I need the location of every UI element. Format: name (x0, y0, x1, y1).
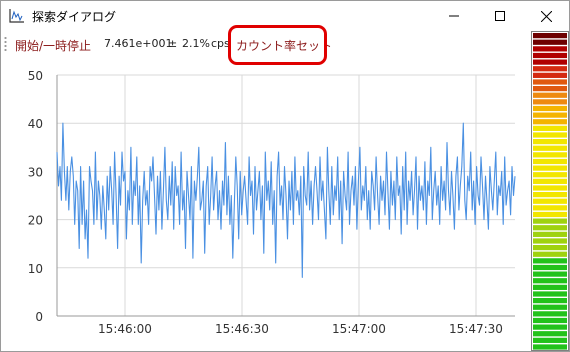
meter-segment (533, 86, 567, 92)
meter-segment (533, 158, 567, 165)
y-tick-label: 10 (28, 262, 43, 276)
meter-segment (533, 192, 567, 198)
meter-segment (533, 59, 567, 65)
x-tick-label: 15:46:00 (98, 322, 152, 336)
meter-segment (533, 125, 567, 131)
meter-segment (533, 344, 567, 350)
minimize-icon (449, 15, 459, 17)
meter-segment (533, 132, 567, 138)
y-tick-label: 50 (28, 69, 43, 83)
meter-segment (533, 284, 567, 290)
meter-segment (533, 66, 567, 72)
meter-segment (533, 39, 567, 45)
rate-value: 7.461e+001 (104, 37, 173, 50)
meter-segment (533, 185, 567, 191)
start-stop-button[interactable]: 開始/一時停止 (15, 37, 91, 54)
meter-segment (533, 198, 567, 204)
meter-segment (533, 271, 567, 277)
close-button[interactable] (523, 1, 569, 31)
meter-segment (533, 264, 567, 271)
maximize-button[interactable] (477, 1, 523, 31)
meter-segment (533, 105, 567, 112)
meter-segment (533, 52, 567, 59)
meter-segment (533, 72, 567, 78)
meter-segment (533, 324, 567, 330)
meter-segment (533, 258, 567, 264)
x-tick-label: 15:47:00 (332, 322, 386, 336)
meter-segment (533, 225, 567, 231)
meter-segment (533, 245, 567, 251)
meter-segment (533, 231, 567, 237)
meter-segment (533, 46, 567, 52)
y-tick-label: 30 (28, 165, 43, 179)
meter-segment (533, 278, 567, 284)
meter-segment (533, 99, 567, 105)
meter-segment (533, 152, 567, 158)
count-rate-chart: 0 10 20 30 40 50 15:46:00 15:46:30 15:47:00 15:47… (28, 69, 516, 336)
window-title: 探索ダイアログ (32, 10, 117, 24)
meter-segment (533, 165, 567, 171)
y-tick-label: 0 (35, 310, 43, 324)
y-tick-label: 20 (28, 214, 43, 228)
meter-segment (533, 331, 567, 337)
meter-segment (533, 205, 567, 211)
meter-segment (533, 291, 567, 297)
close-icon (540, 10, 552, 22)
rate-unit: cps (211, 37, 230, 50)
meter-segment (533, 251, 567, 257)
meter-segment (533, 172, 567, 178)
rate-error: 2.1% (182, 37, 210, 50)
meter-segment (533, 304, 567, 310)
meter-segment (533, 218, 567, 224)
meter-segment (533, 178, 567, 184)
meter-segment (533, 238, 567, 244)
y-tick-label: 40 (28, 117, 43, 131)
meter-segment (533, 211, 567, 218)
meter-segment (533, 33, 567, 39)
minimize-button[interactable] (431, 1, 477, 31)
meter-segment (533, 79, 567, 85)
chart-app-icon (9, 9, 24, 23)
meter-segment (533, 112, 567, 118)
meter-segment (533, 145, 567, 151)
meter-segment (533, 337, 567, 343)
x-tick-label: 15:47:30 (449, 322, 503, 336)
plus-minus-sign: ± (168, 37, 178, 50)
meter-segment (533, 311, 567, 317)
meter-segment (533, 317, 567, 324)
maximize-icon (495, 11, 505, 21)
search-dialog-window: 探索ダイアログ 開始/一時停止 7.461e+001 ± 2.1% cps カウ… (0, 0, 570, 352)
level-meter (531, 31, 569, 351)
x-tick-label: 15:46:30 (215, 322, 269, 336)
meter-segment (533, 139, 567, 145)
meter-segment (533, 298, 567, 304)
meter-segment (533, 119, 567, 125)
toolbar-grip-icon[interactable] (4, 36, 7, 52)
meter-segment (533, 92, 567, 98)
